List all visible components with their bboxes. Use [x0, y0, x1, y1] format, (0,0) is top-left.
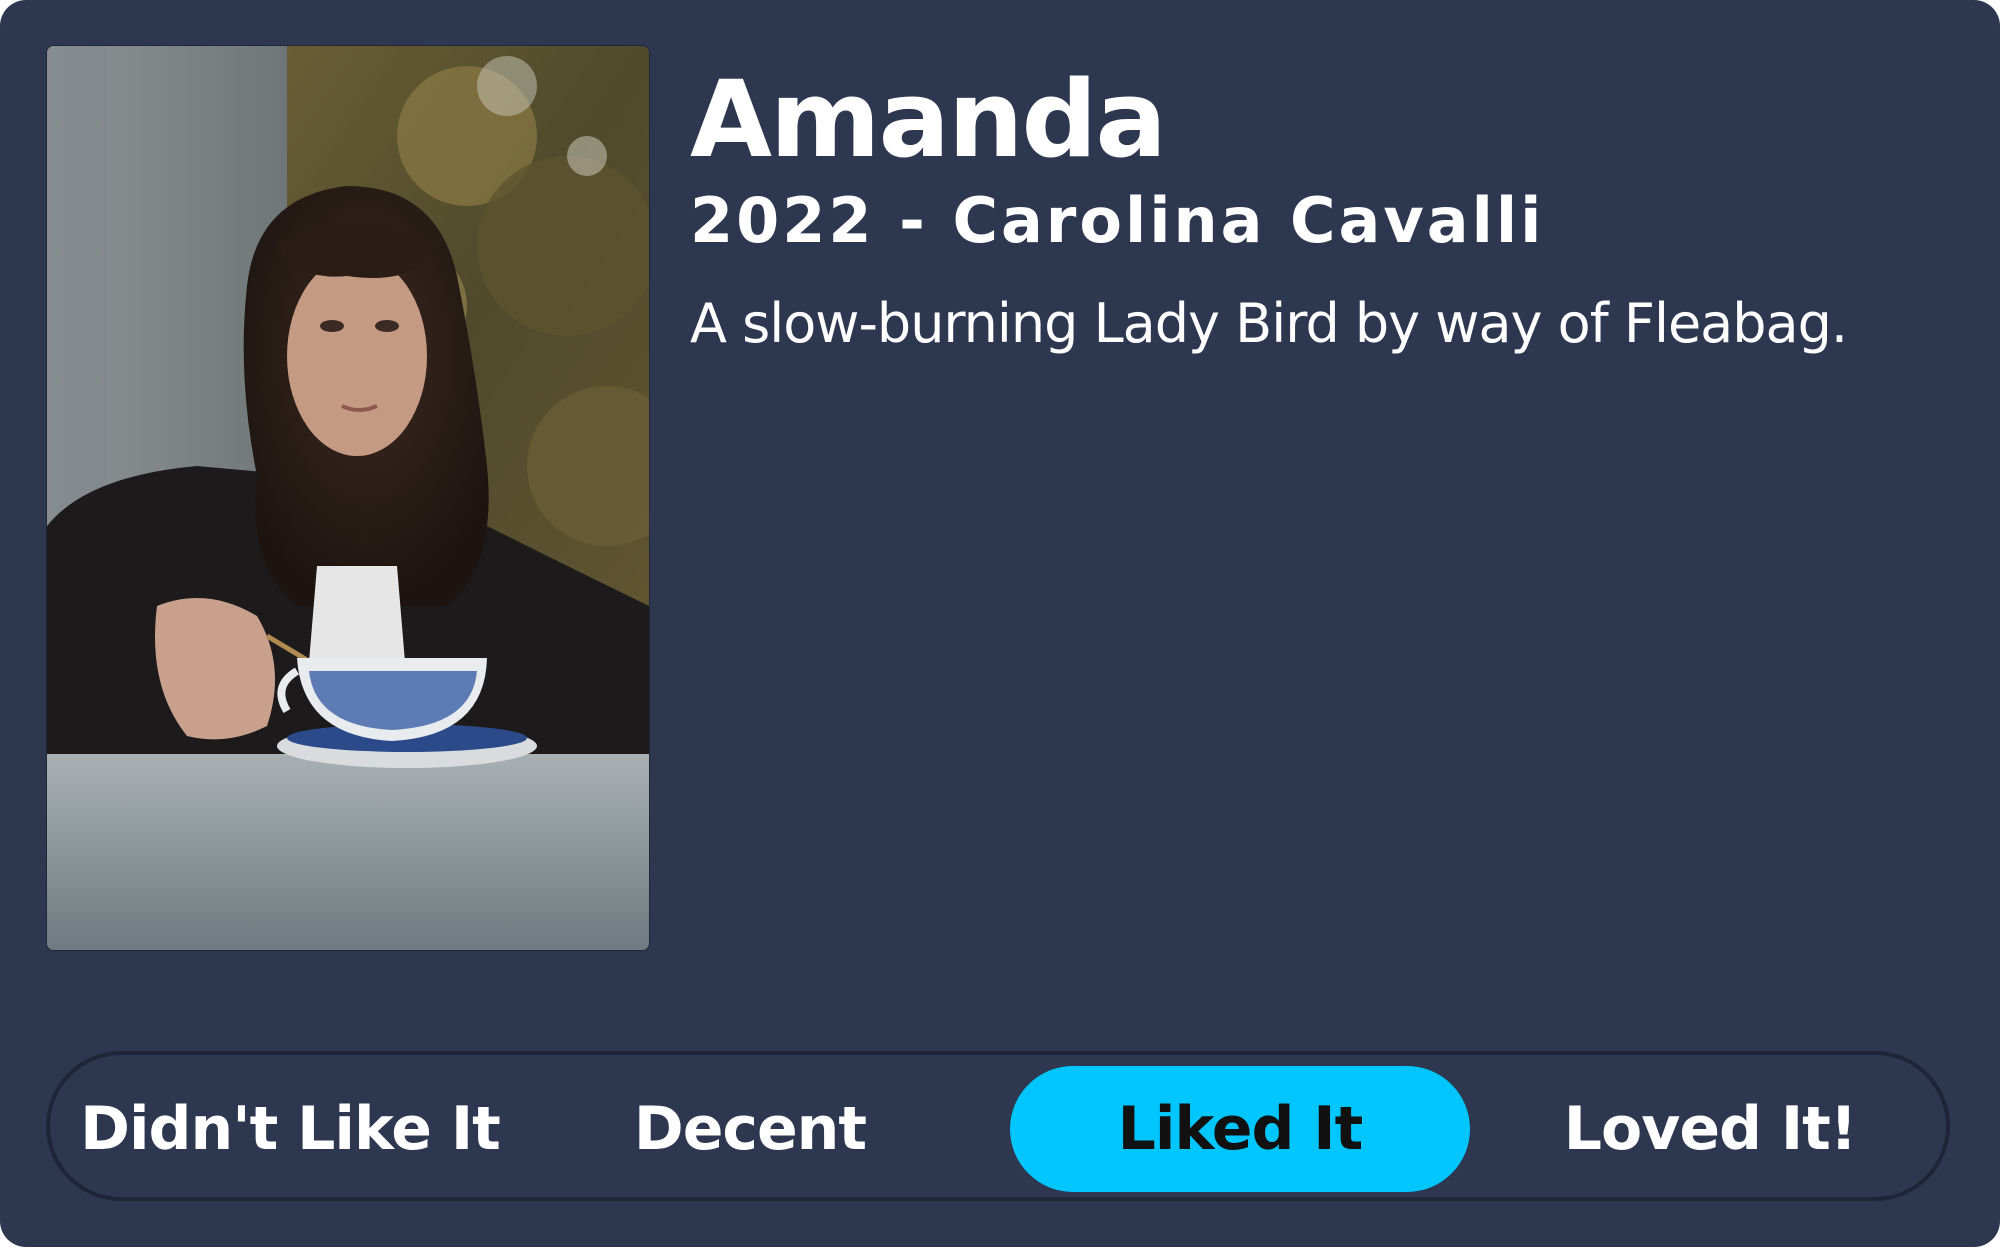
movie-title: Amanda: [690, 58, 1167, 181]
movie-tagline: A slow-burning Lady Bird by way of Fleab…: [690, 292, 1848, 355]
movie-year-director: 2022 - Carolina Cavalli: [690, 184, 1545, 257]
poster-image: [47, 46, 649, 950]
movie-poster: [46, 45, 650, 951]
rating-option-decent[interactable]: Decent: [550, 1066, 950, 1192]
rating-option-didnt-like[interactable]: Didn't Like It: [80, 1066, 501, 1192]
movie-card: Amanda 2022 - Carolina Cavalli A slow-bu…: [0, 0, 2000, 1247]
rating-selector: Didn't Like It Decent Liked It Loved It!: [46, 1051, 1950, 1201]
rating-option-liked[interactable]: Liked It: [1010, 1066, 1470, 1192]
rating-option-loved[interactable]: Loved It!: [1510, 1066, 1910, 1192]
